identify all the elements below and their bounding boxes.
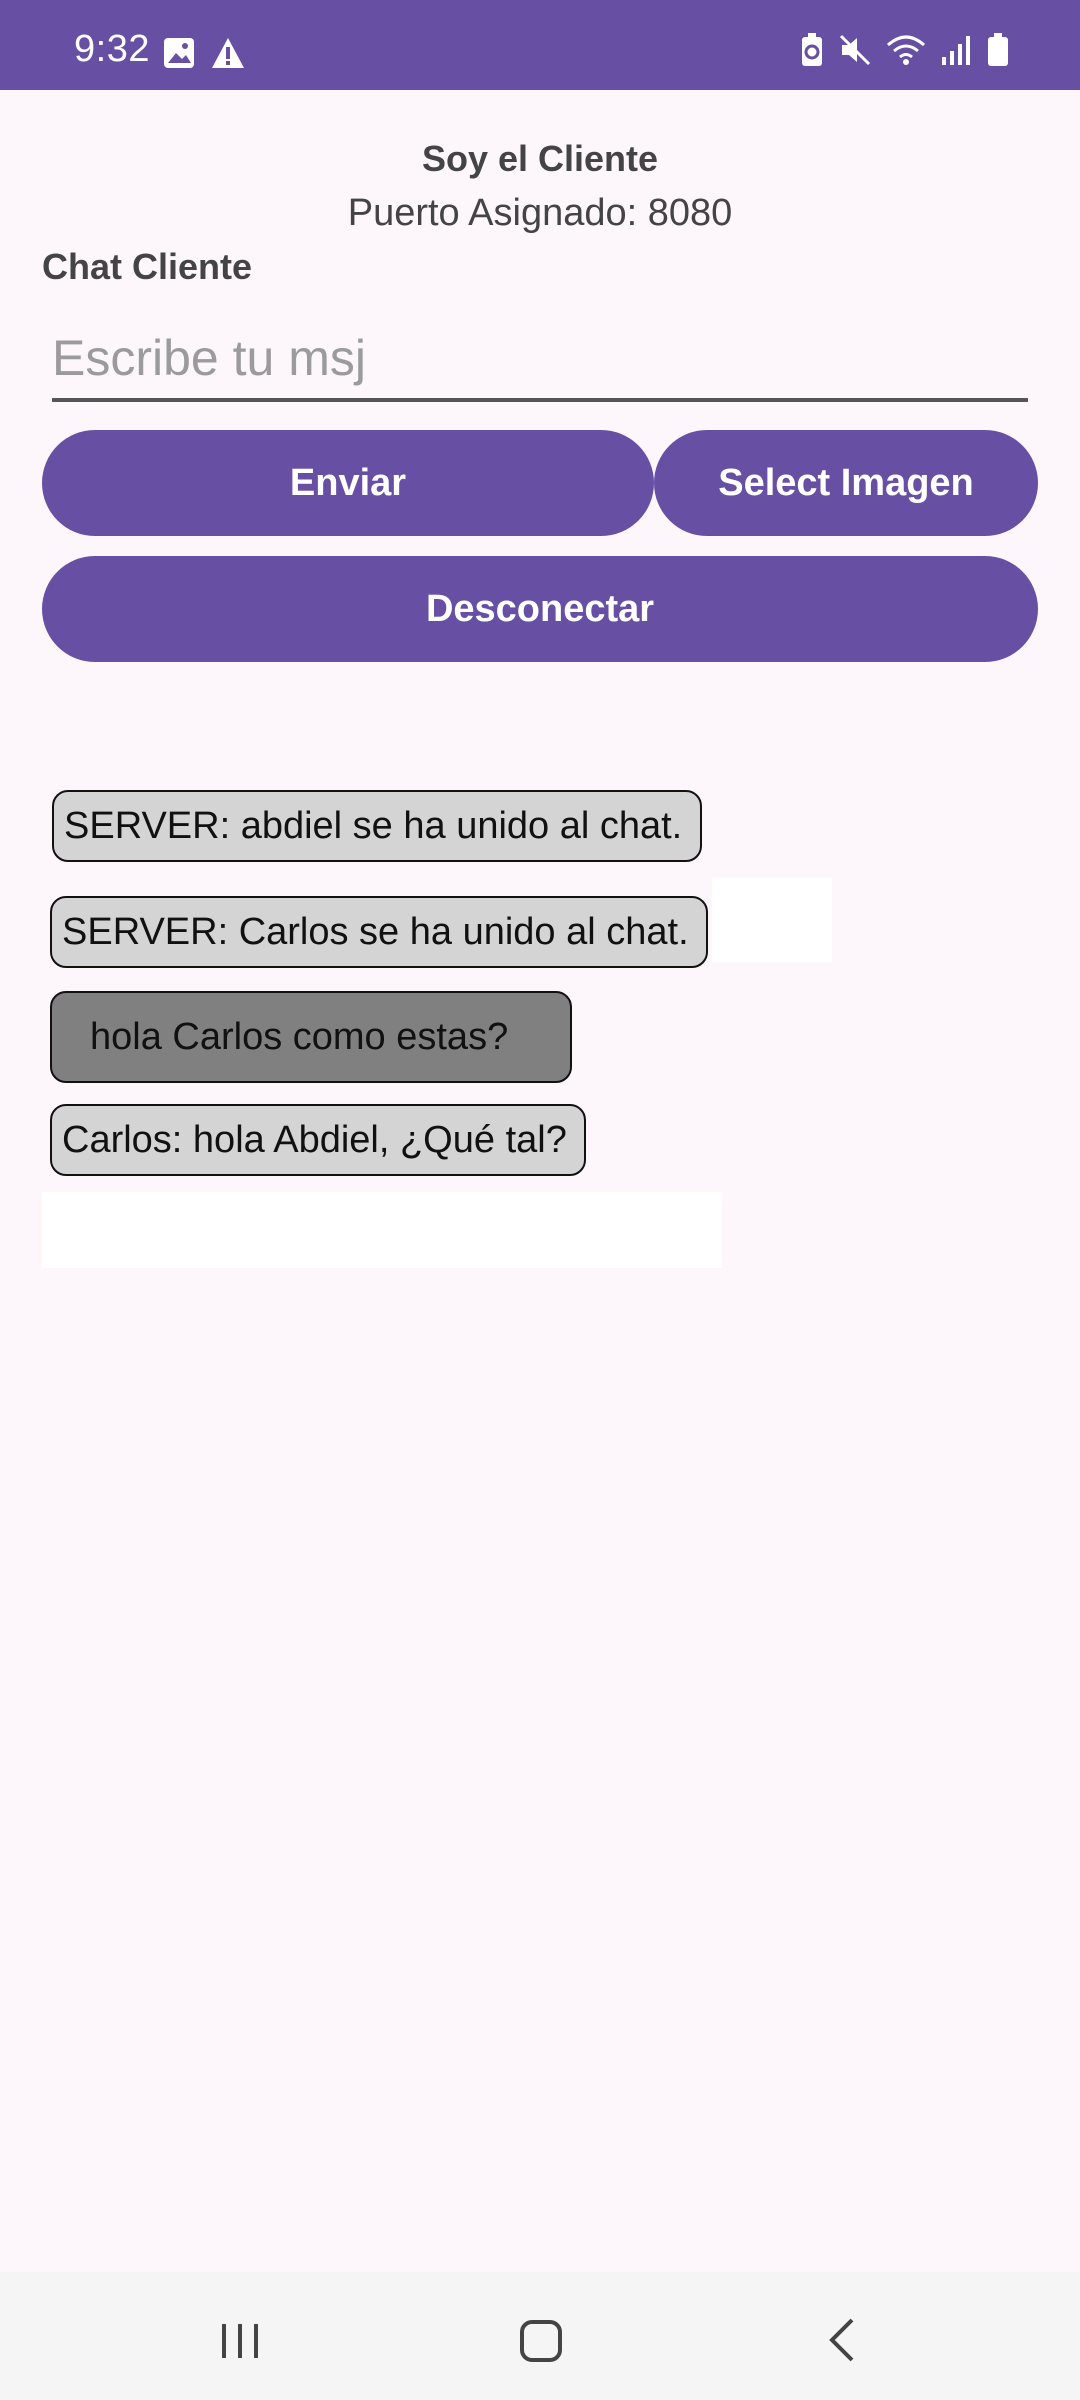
status-time: 9:32 (74, 28, 150, 70)
wifi-icon (887, 35, 925, 65)
status-right-icons (800, 32, 1010, 68)
message-input-container (52, 318, 1028, 402)
message-bubble-received: Carlos: hola Abdiel, ¿Qué tal? (50, 1104, 586, 1176)
recents-icon[interactable] (210, 2310, 270, 2370)
status-bar: 9:32 (0, 0, 1080, 90)
client-title: Soy el Cliente (421, 138, 659, 179)
send-button[interactable]: Enviar (42, 430, 654, 536)
mute-icon (839, 34, 871, 66)
signal-icon (942, 36, 970, 65)
message-input[interactable] (52, 318, 1028, 398)
faint-placeholder (712, 878, 832, 962)
home-icon[interactable] (512, 2310, 572, 2370)
assigned-port: Puerto Asignado: 8080 (347, 192, 733, 234)
message-bubble-received: SERVER: abdiel se ha unido al chat. (52, 790, 702, 862)
faint-placeholder (42, 1192, 722, 1268)
select-image-button[interactable]: Select Imagen (654, 430, 1038, 536)
chat-label: Chat Cliente (42, 246, 253, 287)
image-icon (164, 38, 194, 68)
message-bubble-sent: hola Carlos como estas? (50, 991, 572, 1083)
back-icon[interactable] (814, 2310, 874, 2370)
disconnect-button[interactable]: Desconectar (42, 556, 1038, 662)
battery-saver-icon (802, 33, 822, 66)
battery-icon (988, 33, 1008, 66)
message-bubble-received: SERVER: Carlos se ha unido al chat. (50, 896, 708, 968)
navigation-bar (0, 2272, 1080, 2400)
warning-icon (212, 38, 244, 68)
status-left-icons (162, 36, 246, 70)
